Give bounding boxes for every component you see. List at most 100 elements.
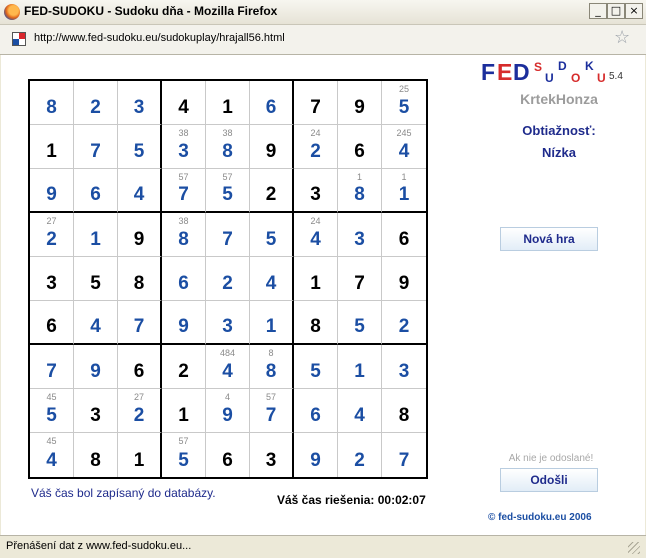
candidate-note: 38: [222, 128, 233, 138]
sudoku-cell[interactable]: 27 2: [118, 389, 162, 433]
sudoku-cell[interactable]: 2: [162, 345, 206, 389]
sudoku-cell[interactable]: 2: [382, 301, 426, 345]
sudoku-cell[interactable]: 9: [74, 345, 118, 389]
sudoku-cell[interactable]: 24 4: [294, 213, 338, 257]
send-button[interactable]: Odošli: [500, 468, 598, 492]
sudoku-cell[interactable]: 57 5: [162, 433, 206, 477]
sudoku-cell[interactable]: 3: [118, 81, 162, 125]
sudoku-cell[interactable]: 6: [206, 433, 250, 477]
sudoku-cell[interactable]: 4: [338, 389, 382, 433]
sudoku-cell[interactable]: 9: [30, 169, 74, 213]
sudoku-cell[interactable]: 2: [74, 81, 118, 125]
sudoku-cell[interactable]: 6: [30, 301, 74, 345]
sudoku-cell[interactable]: 27 2: [30, 213, 74, 257]
sudoku-cell[interactable]: 5: [74, 257, 118, 301]
entered-digit: 4: [46, 450, 57, 471]
sudoku-cell[interactable]: 4: [162, 81, 206, 125]
sudoku-cell[interactable]: 4: [118, 169, 162, 213]
sudoku-cell[interactable]: 8: [74, 433, 118, 477]
sudoku-cell[interactable]: 5: [250, 213, 294, 257]
given-digit: 1: [222, 97, 233, 118]
sudoku-cell[interactable]: 49: [206, 389, 250, 433]
sudoku-cell[interactable]: 6: [382, 213, 426, 257]
sudoku-cell[interactable]: 8: [30, 81, 74, 125]
sudoku-cell[interactable]: 3: [206, 301, 250, 345]
sudoku-cell[interactable]: 45 4: [30, 433, 74, 477]
sudoku-cell[interactable]: 1: [338, 345, 382, 389]
sudoku-cell[interactable]: 11: [382, 169, 426, 213]
sudoku-cell[interactable]: 1: [74, 213, 118, 257]
sudoku-cell[interactable]: 1: [30, 125, 74, 169]
sudoku-cell[interactable]: 4: [74, 301, 118, 345]
sudoku-cell[interactable]: 9: [162, 301, 206, 345]
sudoku-cell[interactable]: 6: [162, 257, 206, 301]
sudoku-cell[interactable]: 1: [206, 81, 250, 125]
given-digit: 6: [398, 229, 410, 250]
sudoku-cell[interactable]: 9: [250, 125, 294, 169]
star-icon[interactable]: ☆: [614, 29, 630, 47]
sudoku-cell[interactable]: 24 2: [294, 125, 338, 169]
sudoku-cell[interactable]: 2: [250, 169, 294, 213]
sudoku-cell[interactable]: 5: [294, 345, 338, 389]
sudoku-cell[interactable]: 88: [250, 345, 294, 389]
sudoku-cell[interactable]: 38 8: [206, 125, 250, 169]
close-button[interactable]: ×: [625, 3, 643, 19]
sudoku-cell[interactable]: 1: [250, 301, 294, 345]
new-game-button[interactable]: Nová hra: [500, 227, 598, 251]
sudoku-cell[interactable]: 5: [118, 125, 162, 169]
sudoku-cell[interactable]: 45 5: [30, 389, 74, 433]
sudoku-cell[interactable]: 6: [338, 125, 382, 169]
sudoku-cell[interactable]: 9: [382, 257, 426, 301]
sudoku-cell[interactable]: 1: [118, 433, 162, 477]
sudoku-cell[interactable]: 38 3: [162, 125, 206, 169]
sudoku-cell[interactable]: 8: [118, 257, 162, 301]
sudoku-cell[interactable]: 1: [294, 257, 338, 301]
sudoku-cell[interactable]: 3: [338, 213, 382, 257]
sudoku-cell[interactable]: 3: [30, 257, 74, 301]
url-input[interactable]: http://www.fed-sudoku.eu/sudokuplay/hraj…: [34, 32, 285, 44]
sudoku-cell[interactable]: 7: [382, 433, 426, 477]
sudoku-cell[interactable]: 57 7: [250, 389, 294, 433]
sudoku-cell[interactable]: 9: [294, 433, 338, 477]
maximize-button[interactable]: □: [607, 3, 625, 19]
given-digit: 1: [178, 405, 189, 426]
sudoku-cell[interactable]: 245 4: [382, 125, 426, 169]
sudoku-cell[interactable]: 7: [338, 257, 382, 301]
sudoku-cell[interactable]: 57 7: [162, 169, 206, 213]
minimize-button[interactable]: _: [589, 3, 607, 19]
sudoku-cell[interactable]: 7: [74, 125, 118, 169]
sudoku-cell[interactable]: 7: [118, 301, 162, 345]
given-digit: 3: [90, 405, 101, 426]
sudoku-cell[interactable]: 6: [74, 169, 118, 213]
sudoku-cell[interactable]: 38 8: [162, 213, 206, 257]
sudoku-cell[interactable]: 3: [74, 389, 118, 433]
entered-digit: 8: [222, 141, 233, 162]
sudoku-cell[interactable]: 7: [30, 345, 74, 389]
logo-letter-d: D: [513, 59, 530, 85]
sudoku-cell[interactable]: 7: [206, 213, 250, 257]
sudoku-cell[interactable]: 2: [338, 433, 382, 477]
entered-digit: 5: [310, 361, 321, 382]
sudoku-cell[interactable]: 9: [118, 213, 162, 257]
sudoku-cell[interactable]: 1: [162, 389, 206, 433]
sudoku-cell[interactable]: 8: [294, 301, 338, 345]
sudoku-cell[interactable]: 25 5: [382, 81, 426, 125]
sudoku-cell[interactable]: 3: [382, 345, 426, 389]
sudoku-cell[interactable]: 3: [294, 169, 338, 213]
sudoku-cell[interactable]: 57 5: [206, 169, 250, 213]
sudoku-cell[interactable]: 7: [294, 81, 338, 125]
candidate-note: 484: [219, 348, 236, 358]
sudoku-cell[interactable]: 18: [338, 169, 382, 213]
sudoku-cell[interactable]: 6: [294, 389, 338, 433]
sudoku-cell[interactable]: 5: [338, 301, 382, 345]
sudoku-cell[interactable]: 2: [206, 257, 250, 301]
sudoku-cell[interactable]: 6: [250, 81, 294, 125]
resize-grip-icon[interactable]: [628, 542, 640, 554]
sudoku-cell[interactable]: 9: [338, 81, 382, 125]
sudoku-cell[interactable]: 4: [250, 257, 294, 301]
sudoku-cell[interactable]: 8: [382, 389, 426, 433]
sudoku-cell[interactable]: 484 4: [206, 345, 250, 389]
sudoku-cell[interactable]: 3: [250, 433, 294, 477]
candidate-note: 24: [310, 216, 321, 226]
sudoku-cell[interactable]: 6: [118, 345, 162, 389]
